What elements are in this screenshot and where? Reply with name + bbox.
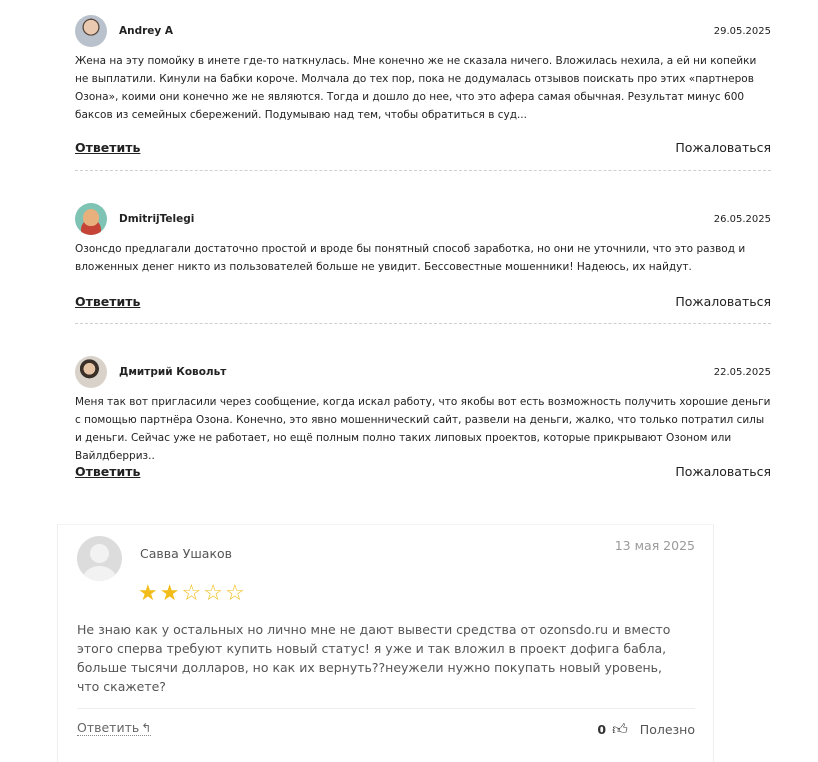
- review-card: Савва Ушаков 13 мая 2025 ★ ★ ☆ ☆ ☆ Не зн…: [57, 524, 714, 762]
- comment-author[interactable]: DmitrijTelegi: [119, 213, 194, 225]
- reply-arrow-icon: ↰: [141, 721, 152, 735]
- comment-actions: Ответить Пожаловаться: [75, 464, 771, 479]
- comment-date: 22.05.2025: [713, 366, 771, 378]
- comments-list: Andrey A 29.05.2025 Жена на эту помойку …: [75, 10, 771, 493]
- comment-text: Озонсдо предлагали достаточно простой и …: [75, 243, 746, 273]
- comment-date: 26.05.2025: [713, 213, 771, 225]
- comment-item: Дмитрий Ковольт 22.05.2025 Меня так вот …: [75, 323, 771, 493]
- default-avatar-icon: [77, 536, 122, 581]
- review-text: Не знаю как у остальных но лично мне не …: [77, 622, 671, 694]
- review-reply-button[interactable]: Ответить ↰: [77, 720, 152, 736]
- comment-header: Дмитрий Ковольт 22.05.2025: [75, 351, 771, 389]
- star-empty-icon: ☆: [181, 581, 202, 606]
- divider: [77, 708, 695, 709]
- comment-item: Andrey A 29.05.2025 Жена на эту помойку …: [75, 10, 771, 170]
- avatar[interactable]: [75, 203, 107, 235]
- avatar[interactable]: [75, 356, 107, 388]
- star-empty-icon: ☆: [224, 581, 245, 606]
- reply-link[interactable]: Ответить: [75, 464, 140, 479]
- comment-text: Меня так вот пригласили через сообщение,…: [75, 396, 771, 462]
- review-date: 13 мая 2025: [614, 538, 695, 553]
- comment-actions: Ответить Пожаловаться: [75, 294, 771, 309]
- useful-block: 0 👍︎ Полезно: [597, 720, 695, 739]
- comment-actions: Ответить Пожаловаться: [75, 140, 771, 155]
- report-link[interactable]: Пожаловаться: [675, 294, 771, 309]
- comment-item: DmitrijTelegi 26.05.2025 Озонсдо предлаг…: [75, 170, 771, 323]
- useful-label[interactable]: Полезно: [640, 722, 695, 737]
- review-reply-label: Ответить: [77, 720, 140, 735]
- thumbs-up-icon[interactable]: 👍︎: [612, 720, 628, 739]
- review-author: Савва Ушаков: [140, 546, 233, 561]
- star-filled-icon: ★: [138, 581, 158, 606]
- report-link[interactable]: Пожаловаться: [675, 464, 771, 479]
- comment-header: DmitrijTelegi 26.05.2025: [75, 198, 771, 236]
- rating-stars: ★ ★ ☆ ☆ ☆: [138, 582, 245, 606]
- comment-author[interactable]: Andrey A: [119, 25, 173, 37]
- star-filled-icon: ★: [159, 581, 180, 606]
- comment-date: 29.05.2025: [713, 25, 771, 37]
- reply-link[interactable]: Ответить: [75, 294, 140, 309]
- comment-author[interactable]: Дмитрий Ковольт: [119, 366, 226, 378]
- star-empty-icon: ☆: [203, 581, 223, 606]
- report-link[interactable]: Пожаловаться: [675, 140, 771, 155]
- comment-header: Andrey A 29.05.2025: [75, 10, 771, 48]
- useful-count: 0: [597, 722, 607, 737]
- avatar[interactable]: [75, 15, 107, 47]
- reply-link[interactable]: Ответить: [75, 140, 140, 155]
- comment-text: Жена на эту помойку в инете где-то наткн…: [75, 55, 757, 121]
